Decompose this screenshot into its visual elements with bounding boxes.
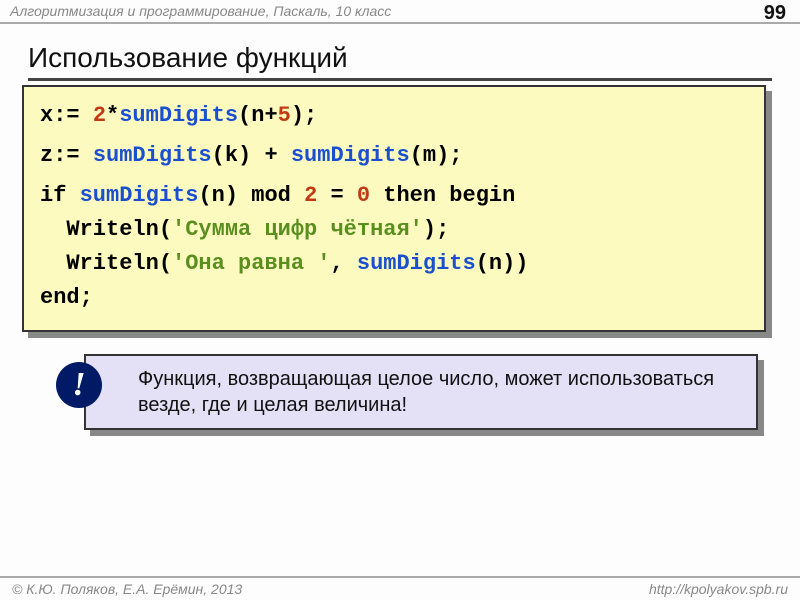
slide-content: Использование функций x:= 2*sumDigits(n+… [0,24,800,436]
header-bar: Алгоритмизация и программирование, Паска… [0,0,800,24]
code-line-3: if sumDigits(n) mod 2 = 0 then begin [40,179,748,213]
exclamation-icon: ! [56,362,102,408]
code-line-1: x:= 2*sumDigits(n+5); [40,99,748,133]
footer: © К.Ю. Поляков, Е.А. Ерёмин, 2013 http:/… [0,576,800,600]
breadcrumb: Алгоритмизация и программирование, Паска… [10,3,391,19]
page-number: 99 [764,2,786,25]
code-line-4: Writeln('Сумма цифр чётная'); [40,213,748,247]
footer-link: http://kpolyakov.spb.ru [649,581,788,597]
code-block: x:= 2*sumDigits(n+5); z:= sumDigits(k) +… [22,85,766,332]
page-title: Использование функций [28,42,772,81]
code-block-shadow: x:= 2*sumDigits(n+5); z:= sumDigits(k) +… [28,91,772,338]
note-box: ! Функция, возвращающая целое число, мож… [84,354,758,430]
copyright: © К.Ю. Поляков, Е.А. Ерёмин, 2013 [12,581,242,597]
code-line-6: end; [40,281,748,315]
code-line-5: Writeln('Она равна ', sumDigits(n)) [40,247,748,281]
note-shadow: ! Функция, возвращающая целое число, мож… [90,360,764,436]
note-text: Функция, возвращающая целое число, может… [138,368,714,416]
code-line-2: z:= sumDigits(k) + sumDigits(m); [40,139,748,173]
